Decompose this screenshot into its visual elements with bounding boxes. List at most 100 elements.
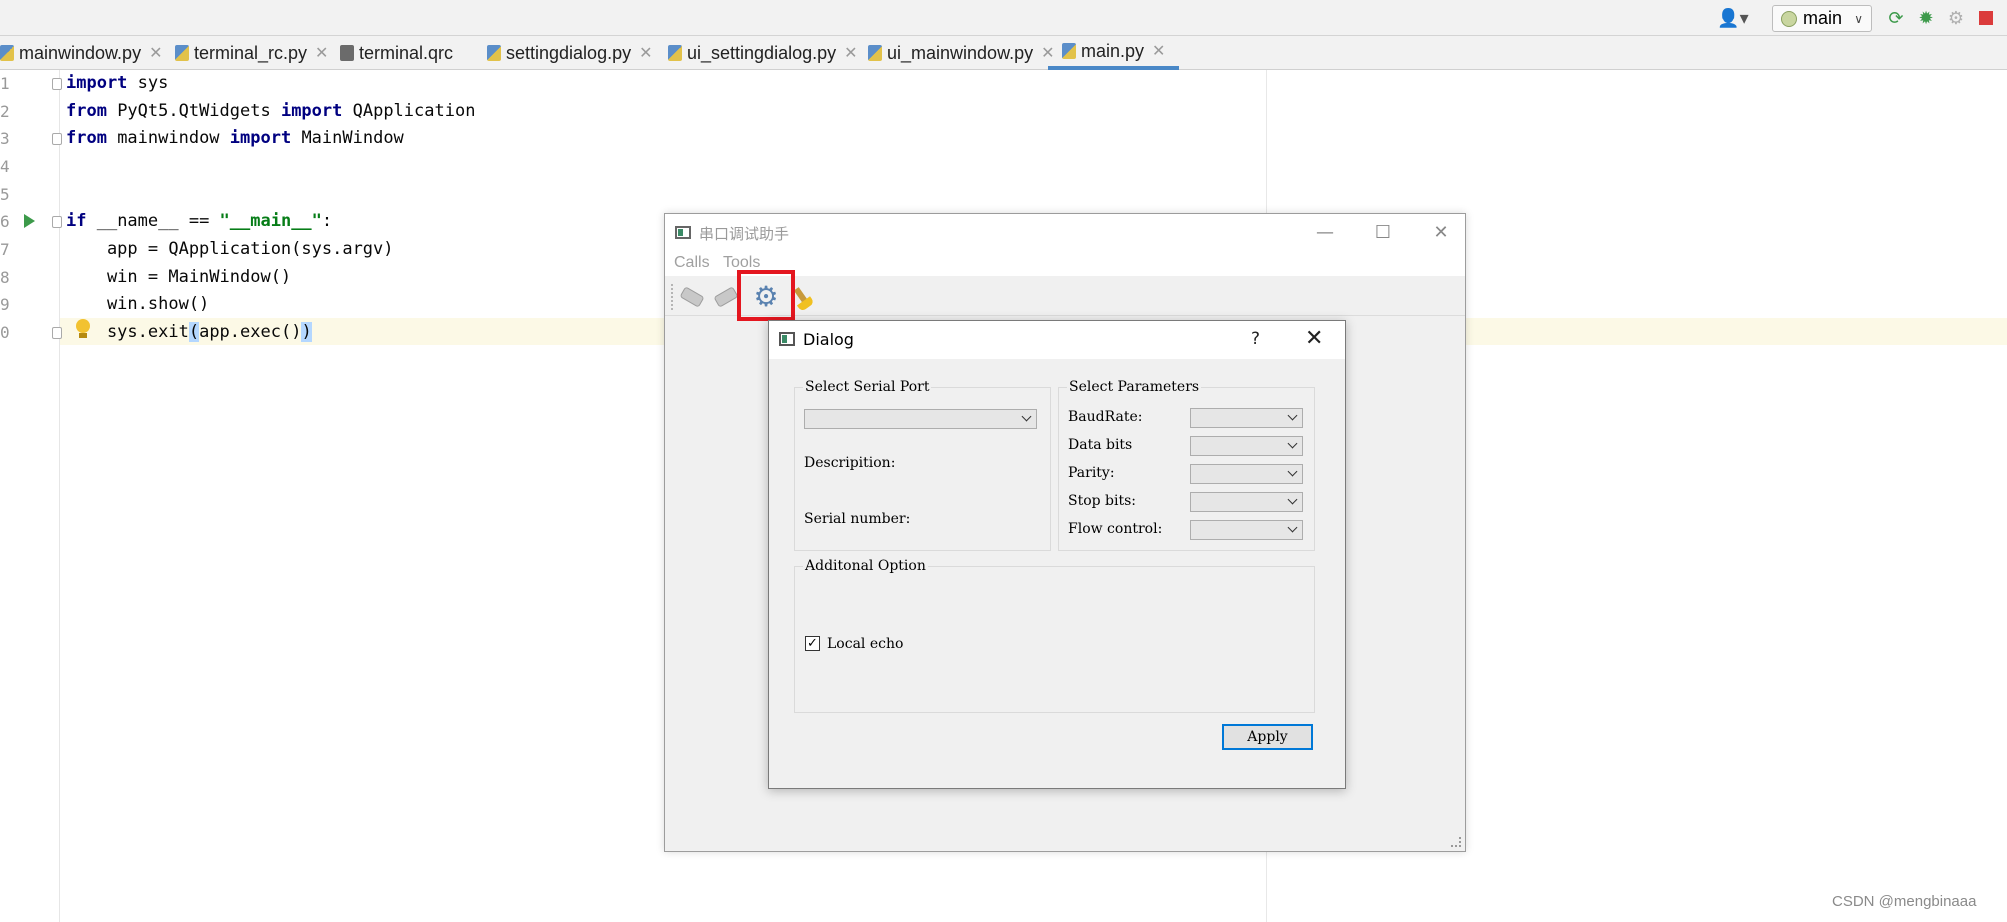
dialog-title: Dialog bbox=[803, 330, 854, 349]
line-number: 5 bbox=[0, 185, 10, 204]
baudrate-label: BaudRate: bbox=[1068, 409, 1143, 425]
toolbar-grip[interactable] bbox=[671, 284, 673, 310]
fold-marker-icon[interactable] bbox=[52, 133, 62, 145]
python-config-icon bbox=[1781, 10, 1797, 27]
minimize-button[interactable]: — bbox=[1303, 218, 1347, 246]
disconnect-plug-icon bbox=[713, 286, 739, 308]
run-config-selector[interactable]: main ∨ bbox=[1772, 5, 1872, 32]
stop-icon[interactable] bbox=[1975, 6, 1997, 30]
code-line-1[interactable]: import sys bbox=[66, 70, 168, 97]
close-icon[interactable]: ✕ bbox=[149, 43, 162, 63]
python-file-icon bbox=[487, 45, 501, 61]
close-icon[interactable]: ✕ bbox=[315, 43, 328, 63]
editor-tabs: mainwindow.py ✕ terminal_rc.py ✕ termina… bbox=[0, 36, 2007, 70]
rerun-icon[interactable]: ⟳ bbox=[1885, 6, 1907, 30]
tab-label: main.py bbox=[1081, 40, 1145, 61]
serial-number-label: Serial number: bbox=[804, 511, 911, 527]
line-number: 0 bbox=[0, 323, 10, 342]
dialog-close-button[interactable]: ✕ bbox=[1305, 326, 1323, 351]
code-line-2[interactable]: from PyQt5.QtWidgets import QApplication bbox=[66, 98, 475, 125]
code-line-10[interactable]: sys.exit(app.exec()) bbox=[66, 319, 312, 346]
python-file-icon bbox=[0, 45, 14, 61]
code-line-6[interactable]: if __name__ == "__main__": bbox=[66, 208, 332, 235]
broom-icon bbox=[793, 287, 811, 307]
line-number: 7 bbox=[0, 240, 10, 259]
flow-control-combo[interactable] bbox=[1190, 520, 1303, 540]
fold-marker-icon[interactable] bbox=[52, 216, 62, 228]
user-account-icon[interactable]: 👤▾ bbox=[1713, 6, 1753, 30]
window-title: 串口调试助手 bbox=[699, 225, 790, 243]
line-number: 6 bbox=[0, 212, 10, 231]
resize-grip[interactable] bbox=[1451, 837, 1461, 847]
close-icon[interactable]: ✕ bbox=[1152, 41, 1165, 61]
chevron-down-icon: ∨ bbox=[1854, 11, 1863, 26]
serial-port-combo[interactable] bbox=[804, 409, 1037, 429]
local-echo-checkbox[interactable]: ✓ bbox=[805, 636, 820, 651]
fold-marker-icon[interactable] bbox=[52, 78, 62, 90]
chevron-down-icon bbox=[1021, 411, 1032, 422]
chevron-down-icon bbox=[1287, 494, 1298, 505]
group-title: Additonal Option bbox=[803, 558, 928, 574]
attach-icon[interactable]: ⚙ bbox=[1945, 6, 1967, 30]
maximize-button[interactable]: ☐ bbox=[1361, 218, 1405, 246]
tab-settingdialog-py[interactable]: settingdialog.py ✕ bbox=[487, 36, 653, 70]
chevron-down-icon bbox=[1287, 522, 1298, 533]
tab-label: mainwindow.py bbox=[19, 42, 142, 63]
tab-label: ui_mainwindow.py bbox=[887, 42, 1034, 63]
chevron-down-icon bbox=[1287, 438, 1298, 449]
tab-label: settingdialog.py bbox=[506, 42, 632, 63]
app-window-icon bbox=[675, 226, 691, 239]
dialog-window-icon bbox=[779, 332, 795, 346]
run-gutter-icon[interactable] bbox=[24, 214, 35, 228]
data-bits-combo[interactable] bbox=[1190, 436, 1303, 456]
settings-dialog: Dialog ? ✕ Select Serial Port Descripiti… bbox=[768, 320, 1346, 789]
annotation-highlight-box bbox=[737, 270, 795, 321]
local-echo-label[interactable]: Local echo bbox=[827, 636, 903, 652]
chevron-down-icon bbox=[1287, 410, 1298, 421]
tab-terminal-rc-py[interactable]: terminal_rc.py ✕ bbox=[175, 36, 328, 70]
stop-bits-label: Stop bits: bbox=[1068, 493, 1137, 509]
group-title: Select Serial Port bbox=[803, 379, 932, 395]
help-button[interactable]: ? bbox=[1251, 329, 1260, 349]
line-number: 8 bbox=[0, 268, 10, 287]
code-line-7[interactable]: app = QApplication(sys.argv) bbox=[66, 236, 394, 263]
python-file-icon bbox=[668, 45, 682, 61]
watermark: CSDN @mengbinaaa bbox=[1832, 893, 1977, 910]
close-button[interactable]: ✕ bbox=[1419, 218, 1463, 246]
debug-icon[interactable]: ✹ bbox=[1915, 6, 1937, 30]
ide-toolbar: 👤▾ main ∨ ⟳ ✹ ⚙ bbox=[0, 0, 2007, 36]
menu-calls[interactable]: Calls bbox=[674, 254, 710, 272]
flow-control-label: Flow control: bbox=[1068, 521, 1163, 537]
data-bits-label: Data bits bbox=[1068, 437, 1133, 453]
tab-main-py[interactable]: main.py ✕ bbox=[1048, 36, 1180, 70]
serial-port-group: Select Serial Port Descripition: Serial … bbox=[794, 379, 1051, 551]
fold-marker-icon[interactable] bbox=[52, 327, 62, 339]
dialog-titlebar[interactable]: Dialog ? ✕ bbox=[769, 321, 1345, 359]
window-titlebar[interactable]: 串口调试助手 — ☐ ✕ bbox=[665, 214, 1465, 250]
chevron-down-icon bbox=[1287, 466, 1298, 477]
line-number: 3 bbox=[0, 129, 10, 148]
stop-bits-combo[interactable] bbox=[1190, 492, 1303, 512]
tab-ui-settingdialog-py[interactable]: ui_settingdialog.py ✕ bbox=[668, 36, 858, 70]
tab-mainwindow-py[interactable]: mainwindow.py ✕ bbox=[0, 36, 162, 70]
parity-combo[interactable] bbox=[1190, 464, 1303, 484]
app-toolbar: ⚙ bbox=[665, 270, 1465, 321]
code-line-8[interactable]: win = MainWindow() bbox=[66, 264, 291, 291]
tab-label: terminal_rc.py bbox=[194, 42, 308, 63]
tab-terminal-qrc[interactable]: terminal.qrc bbox=[340, 36, 453, 70]
parity-label: Parity: bbox=[1068, 465, 1115, 481]
additional-option-group: Additonal Option ✓ Local echo bbox=[794, 558, 1315, 713]
line-number: 4 bbox=[0, 157, 10, 176]
code-line-9[interactable]: win.show() bbox=[66, 291, 209, 318]
connect-button[interactable] bbox=[677, 282, 707, 312]
close-icon[interactable]: ✕ bbox=[844, 43, 857, 63]
close-icon[interactable]: ✕ bbox=[639, 43, 652, 63]
tab-label: ui_settingdialog.py bbox=[687, 42, 837, 63]
code-line-3[interactable]: from mainwindow import MainWindow bbox=[66, 125, 404, 152]
baudrate-combo[interactable] bbox=[1190, 408, 1303, 428]
tab-ui-mainwindow-py[interactable]: ui_mainwindow.py ✕ bbox=[868, 36, 1055, 70]
line-number: 2 bbox=[0, 102, 10, 121]
parameters-group: Select Parameters BaudRate: Data bits Pa… bbox=[1058, 379, 1315, 551]
apply-button[interactable]: Apply bbox=[1222, 724, 1313, 750]
python-file-icon bbox=[868, 45, 882, 61]
